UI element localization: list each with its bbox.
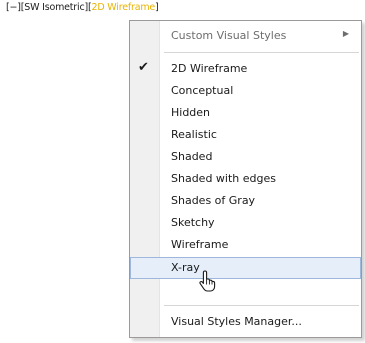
viewport-label-controls[interactable]: [−][SW Isometric][ [6, 2, 92, 13]
menu-item-label: X-ray [171, 261, 200, 274]
menu-item-visual-styles-manager[interactable]: Visual Styles Manager... [130, 311, 361, 333]
menu-item-conceptual[interactable]: Conceptual [130, 80, 361, 102]
menu-item-label: Realistic [171, 128, 217, 141]
menu-item-label: Custom Visual Styles [171, 29, 287, 42]
menu-item-label: Shaded with edges [171, 172, 276, 185]
menu-item-shades-of-gray[interactable]: Shades of Gray [130, 190, 361, 212]
menu-item-custom-visual-styles[interactable]: Custom Visual Styles ▶ [130, 25, 361, 47]
menu-item-x-ray[interactable]: X-ray [130, 257, 361, 279]
mouse-pointer-icon [199, 270, 216, 292]
menu-item-label: Shaded [171, 150, 213, 163]
menu-item-label: Wireframe [171, 238, 229, 251]
menu-item-hidden[interactable]: Hidden [130, 102, 361, 124]
menu-item-shaded-with-edges[interactable]: Shaded with edges [130, 168, 361, 190]
menu-item-realistic[interactable]: Realistic [130, 124, 361, 146]
menu-item-label: Conceptual [171, 84, 234, 97]
menu-separator [164, 305, 359, 306]
menu-item-sketchy[interactable]: Sketchy [130, 212, 361, 234]
menu-item-wireframe[interactable]: Wireframe [130, 234, 361, 256]
menu-item-label: Sketchy [171, 216, 215, 229]
visual-styles-menu: Custom Visual Styles ▶ ✔ 2D Wireframe Co… [129, 20, 362, 338]
menu-item-label: Hidden [171, 106, 211, 119]
viewport-label[interactable]: [−][SW Isometric][2D Wireframe] [6, 2, 159, 13]
viewport-label-visual-style[interactable]: 2D Wireframe [92, 2, 156, 13]
menu-item-label: 2D Wireframe [171, 62, 248, 75]
submenu-arrow-icon: ▶ [342, 29, 349, 38]
menu-item-shaded[interactable]: Shaded [130, 146, 361, 168]
checkmark-icon: ✔ [138, 60, 149, 75]
viewport-label-close-bracket: ] [155, 2, 159, 13]
menu-separator [164, 52, 359, 53]
menu-item-label: Shades of Gray [171, 194, 256, 207]
menu-item-label: Visual Styles Manager... [171, 315, 302, 328]
menu-item-2d-wireframe[interactable]: ✔ 2D Wireframe [130, 58, 361, 80]
